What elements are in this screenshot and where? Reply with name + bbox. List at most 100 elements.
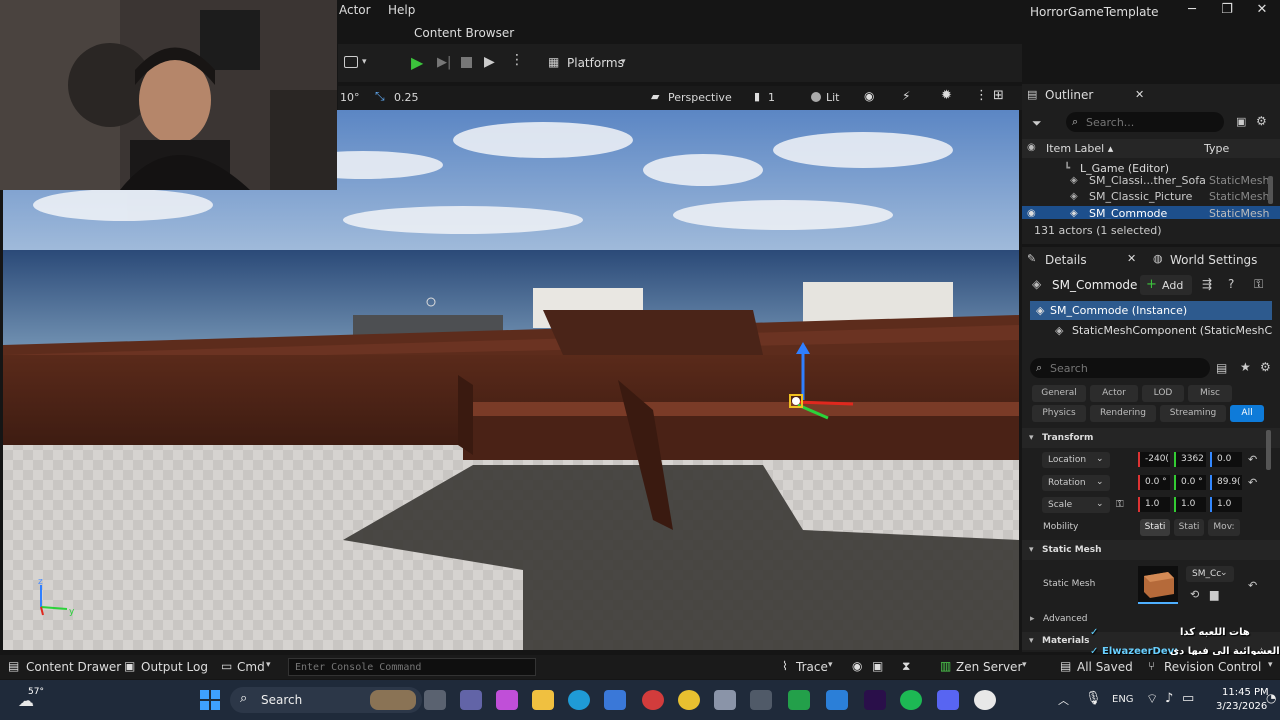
wifi-icon[interactable]: ⌔ xyxy=(1146,691,1158,707)
view-mode-dropdown[interactable]: Lit xyxy=(826,91,840,104)
table-view-icon[interactable]: ▤ xyxy=(1216,361,1227,375)
close-button[interactable]: ✕ xyxy=(1252,2,1272,17)
settings-icon[interactable]: ✹ xyxy=(941,88,952,103)
rotation-y-field[interactable]: 0.0 ° xyxy=(1174,475,1206,490)
store-icon[interactable] xyxy=(604,690,626,710)
xbox-icon[interactable] xyxy=(788,690,810,710)
rotation-z-field[interactable]: 89.9( xyxy=(1210,475,1242,490)
file-explorer-icon[interactable] xyxy=(532,690,554,710)
layout-icon[interactable]: ⊞ xyxy=(993,88,1004,103)
clock-time[interactable]: 11:45 PM xyxy=(1222,687,1269,698)
details-scrollbar[interactable] xyxy=(1266,430,1271,470)
settings-icon[interactable]: ⚙ xyxy=(1260,360,1271,374)
blueprint-icon[interactable]: ⇶ xyxy=(1202,277,1212,291)
filter-lod[interactable]: LOD xyxy=(1142,385,1184,402)
all-saved-status[interactable]: All Saved xyxy=(1077,660,1133,674)
revision-control-button[interactable]: Revision Control xyxy=(1164,660,1261,674)
task-view-icon[interactable] xyxy=(424,690,446,710)
platforms-button[interactable]: Platforms xyxy=(567,56,624,70)
close-icon[interactable]: ✕ xyxy=(1135,88,1144,101)
details-search-input[interactable] xyxy=(1050,360,1190,376)
world-settings-tab[interactable]: World Settings xyxy=(1170,253,1257,267)
static-mesh-section[interactable]: ▾ Static Mesh xyxy=(1022,540,1280,560)
visibility-icon[interactable]: ◉ xyxy=(1027,142,1036,153)
minimize-button[interactable]: ─ xyxy=(1182,2,1202,17)
browse-icon[interactable]: ▆ xyxy=(1210,588,1218,601)
chevron-down-icon[interactable]: ▾ xyxy=(362,57,367,67)
component-label[interactable]: StaticMeshComponent (StaticMeshCo xyxy=(1072,324,1272,337)
use-selected-icon[interactable]: ⟲ xyxy=(1190,588,1199,601)
perspective-dropdown[interactable]: Perspective xyxy=(668,91,732,104)
premiere-icon[interactable] xyxy=(864,690,886,710)
details-tab[interactable]: Details xyxy=(1045,253,1087,267)
reset-icon[interactable]: ↶ xyxy=(1248,476,1257,489)
menu-actor[interactable]: Actor xyxy=(339,3,371,17)
record-icon[interactable]: ◉ xyxy=(852,659,862,673)
app-icon[interactable] xyxy=(826,690,848,710)
mobility-stationary[interactable]: Stati xyxy=(1174,519,1204,536)
show-flags-icon[interactable]: ◉ xyxy=(864,89,874,103)
reset-icon[interactable]: ↶ xyxy=(1248,579,1257,592)
content-browser-tab[interactable]: Content Browser xyxy=(414,26,514,40)
cmd-dropdown[interactable]: Cmd xyxy=(237,660,265,674)
location-y-field[interactable]: 3362 xyxy=(1174,452,1206,467)
maximize-button[interactable]: ❐ xyxy=(1217,2,1237,17)
column-item-label[interactable]: Item Label ▴ xyxy=(1046,142,1113,155)
language-indicator[interactable]: ENG xyxy=(1112,694,1134,705)
location-z-field[interactable]: 0.0 xyxy=(1210,452,1242,467)
filter-rendering[interactable]: Rendering xyxy=(1090,405,1156,422)
menu-help[interactable]: Help xyxy=(388,3,415,17)
microphone-icon[interactable]: 🎙 xyxy=(1085,691,1102,706)
actor-name[interactable]: SM_Commode xyxy=(1052,278,1137,292)
console-input[interactable] xyxy=(288,658,536,676)
discord-icon[interactable] xyxy=(937,690,959,710)
scale-y-field[interactable]: 1.0 xyxy=(1174,497,1206,512)
outliner-search-input[interactable] xyxy=(1086,114,1206,130)
star-icon[interactable]: ★ xyxy=(1240,360,1251,374)
scale-snap-value[interactable]: 0.25 xyxy=(394,91,419,104)
chevron-right-icon[interactable]: ▸ xyxy=(1030,614,1035,624)
reset-icon[interactable]: ↶ xyxy=(1248,453,1257,466)
visibility-icon[interactable]: ◉ xyxy=(1027,206,1036,219)
windows-start-icon[interactable] xyxy=(200,690,220,710)
spotify-icon[interactable] xyxy=(900,690,922,710)
camera-speed-icon[interactable]: ▮ xyxy=(754,90,760,103)
lock-icon[interactable]: ⚿ xyxy=(1254,277,1263,292)
clock-date[interactable]: 3/23/2026 xyxy=(1216,701,1267,712)
camera-speed-value[interactable]: 1 xyxy=(768,91,775,104)
static-mesh-thumbnail[interactable] xyxy=(1138,566,1178,604)
unreal-engine-icon[interactable] xyxy=(974,690,996,710)
app-icon[interactable] xyxy=(714,690,736,710)
outliner-row[interactable]: ◈ SM_Classic_Picture StaticMesh xyxy=(1022,189,1280,205)
location-x-field[interactable]: -240( xyxy=(1138,452,1170,467)
volume-icon[interactable]: ♪ xyxy=(1165,691,1173,706)
scale-snap-icon[interactable]: ⤡ xyxy=(375,89,385,104)
add-folder-icon[interactable]: ▣ xyxy=(1236,115,1246,128)
settings-icon[interactable]: ⚙ xyxy=(1256,114,1267,128)
filter-actor[interactable]: Actor xyxy=(1090,385,1138,402)
filter-physics[interactable]: Physics xyxy=(1032,405,1086,422)
filter-all[interactable]: All xyxy=(1230,405,1264,422)
filter-misc[interactable]: Misc xyxy=(1188,385,1232,402)
mobility-movable[interactable]: Mov: xyxy=(1208,519,1240,536)
content-drawer-button[interactable]: Content Drawer xyxy=(26,660,121,674)
outliner-row-selected[interactable]: ◉ ◈ SM_Commode StaticMesh xyxy=(1022,206,1280,219)
mobility-static[interactable]: Stati xyxy=(1140,519,1170,536)
camera-icon[interactable]: ▣ xyxy=(872,659,883,673)
column-type[interactable]: Type xyxy=(1204,142,1229,155)
performance-icon[interactable]: ⚡ xyxy=(902,89,910,103)
advance-frame-icon[interactable]: ▶| xyxy=(437,55,451,70)
scale-z-field[interactable]: 1.0 xyxy=(1210,497,1242,512)
output-log-button[interactable]: Output Log xyxy=(141,660,208,674)
more-options-icon[interactable]: ⋮ xyxy=(510,52,524,68)
transform-section[interactable]: ▾ Transform xyxy=(1022,428,1280,448)
app-icon[interactable] xyxy=(642,690,664,710)
hourglass-icon[interactable]: ⧗ xyxy=(902,659,910,674)
level-viewport[interactable]: z y xyxy=(3,110,1019,650)
rotation-snap-value[interactable]: 10° xyxy=(340,91,360,104)
close-icon[interactable]: ✕ xyxy=(1127,252,1136,265)
modes-icon[interactable] xyxy=(344,56,358,68)
play-icon[interactable]: ▶ xyxy=(411,53,423,72)
filter-general[interactable]: General xyxy=(1032,385,1086,402)
outliner-scrollbar[interactable] xyxy=(1268,176,1273,204)
